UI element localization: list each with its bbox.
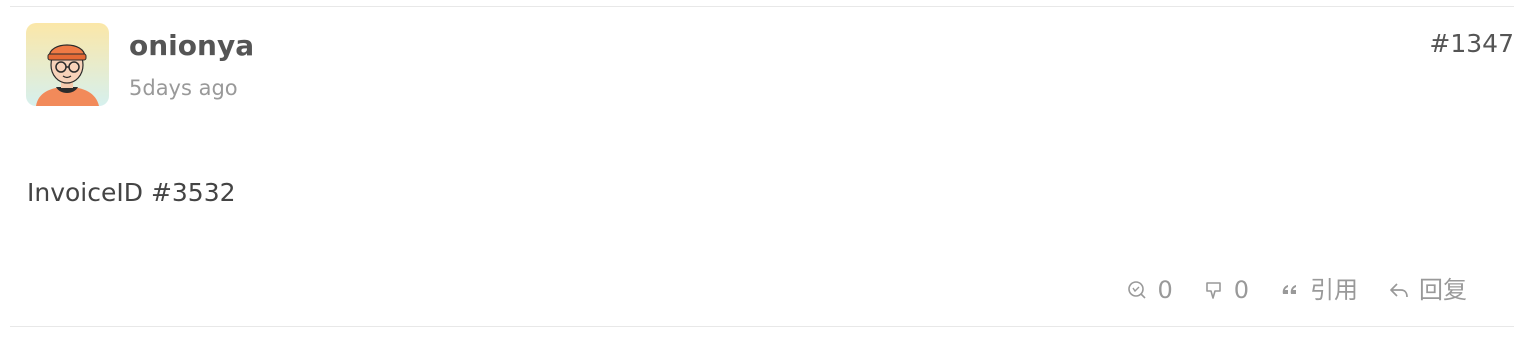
user-avatar[interactable] [26, 23, 109, 106]
post-number-link[interactable]: #1347 [1429, 28, 1514, 60]
post-actions: 0 0 引用 回复 [1126, 272, 1467, 308]
quote-button[interactable]: 引用 [1279, 272, 1358, 308]
post-content: InvoiceID #3532 [27, 178, 236, 207]
reply-button[interactable]: 回复 [1388, 272, 1467, 308]
like-icon [1126, 279, 1148, 301]
like-button[interactable]: 0 [1126, 272, 1173, 308]
quote-icon [1279, 279, 1301, 301]
quote-label: 引用 [1310, 276, 1358, 304]
dislike-count: 0 [1233, 276, 1249, 304]
reply-icon [1388, 279, 1410, 301]
bottom-divider [10, 326, 1514, 327]
username[interactable]: onionya [129, 28, 254, 64]
like-count: 0 [1157, 276, 1173, 304]
reply-label: 回复 [1419, 276, 1467, 304]
post-timestamp: 5days ago [129, 76, 238, 100]
dislike-button[interactable]: 0 [1203, 272, 1249, 308]
dislike-icon [1203, 279, 1225, 301]
top-divider [10, 6, 1514, 7]
